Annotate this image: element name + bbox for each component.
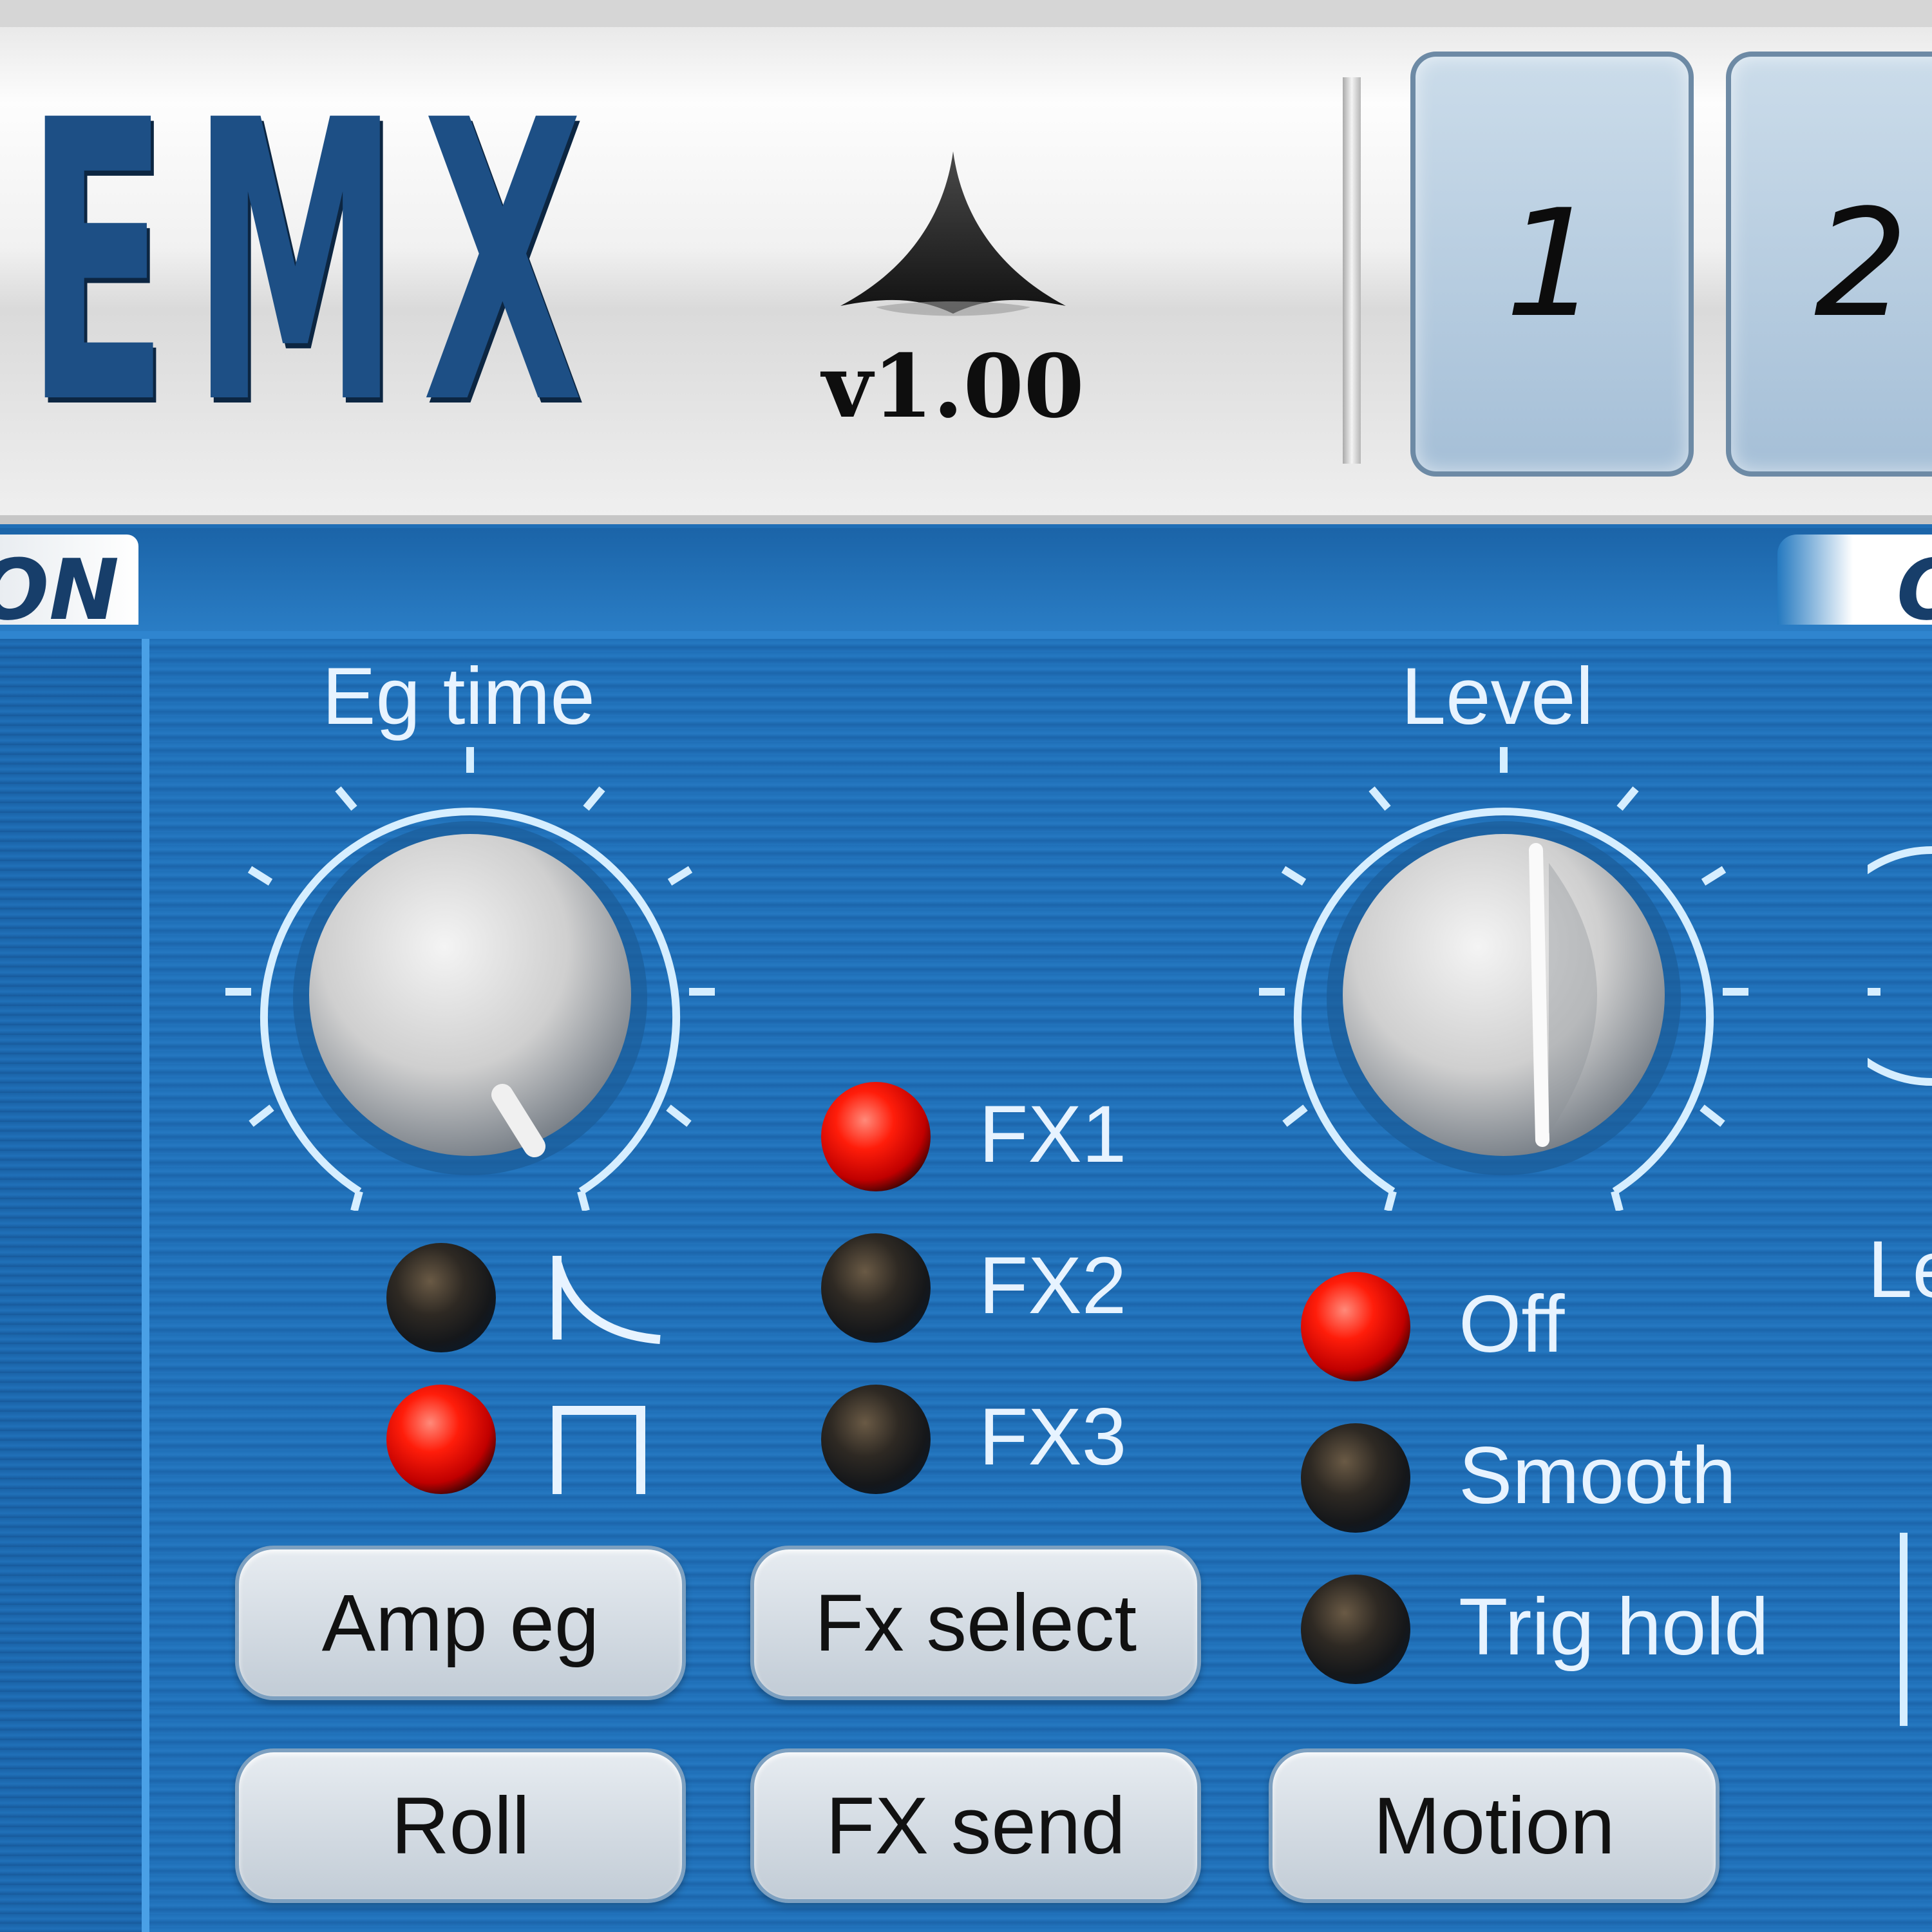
amp-eg-gate-led[interactable] xyxy=(386,1385,496,1494)
level-knob[interactable] xyxy=(1259,747,1748,1211)
section-tab-right: O xyxy=(1777,535,1932,625)
roll-button[interactable]: Roll xyxy=(235,1748,686,1903)
motion-smooth-label: Smooth xyxy=(1459,1431,1736,1520)
motion-button[interactable]: Motion xyxy=(1269,1748,1719,1903)
header-top-edge xyxy=(0,0,1932,27)
fx1-label: FX1 xyxy=(979,1090,1127,1179)
header-divider xyxy=(1343,77,1361,464)
motion-off-label: Off xyxy=(1459,1280,1565,1369)
pattern-pad-2[interactable]: 2 xyxy=(1726,52,1932,477)
amp-eg-button[interactable]: Amp eg xyxy=(235,1546,686,1700)
header-bar: EMX v1.00 1 2 xyxy=(0,0,1932,524)
version-label: v1.00 xyxy=(822,335,1084,437)
korg-logo-icon xyxy=(840,151,1066,316)
motion-smooth-led[interactable] xyxy=(1301,1423,1410,1533)
fx1-led[interactable] xyxy=(821,1082,931,1191)
partial-knob[interactable] xyxy=(1868,837,1932,1095)
app-logo: EMX xyxy=(26,39,607,489)
motion-off-led[interactable] xyxy=(1301,1272,1410,1381)
fx3-label: FX3 xyxy=(979,1392,1127,1482)
section-tab-right-label: O xyxy=(1897,541,1932,625)
partial-level-label: Le xyxy=(1868,1225,1932,1314)
decay-curve-icon xyxy=(553,1256,661,1344)
panel-left-column xyxy=(0,639,142,1932)
section-tab-left-label: ON xyxy=(0,541,119,625)
fx3-led[interactable] xyxy=(821,1385,931,1494)
gate-shape-icon xyxy=(553,1406,645,1494)
section-tab-left: ON xyxy=(0,535,138,625)
amp-eg-decay-led[interactable] xyxy=(386,1243,496,1352)
fx2-label: FX2 xyxy=(979,1241,1127,1331)
fx-select-button[interactable]: Fx select xyxy=(750,1546,1201,1700)
partial-slider-edge xyxy=(1900,1533,1932,1726)
panel-divider xyxy=(142,639,149,1932)
eg-time-label: Eg time xyxy=(322,652,595,741)
motion-trig-hold-label: Trig hold xyxy=(1459,1582,1769,1672)
motion-trig-hold-led[interactable] xyxy=(1301,1575,1410,1684)
fx-send-button[interactable]: FX send xyxy=(750,1748,1201,1903)
pattern-pad-1[interactable]: 1 xyxy=(1410,52,1694,477)
eg-time-knob[interactable] xyxy=(225,747,715,1211)
level-label: Level xyxy=(1401,652,1594,741)
section-strip xyxy=(0,528,1932,639)
fx2-led[interactable] xyxy=(821,1233,931,1343)
